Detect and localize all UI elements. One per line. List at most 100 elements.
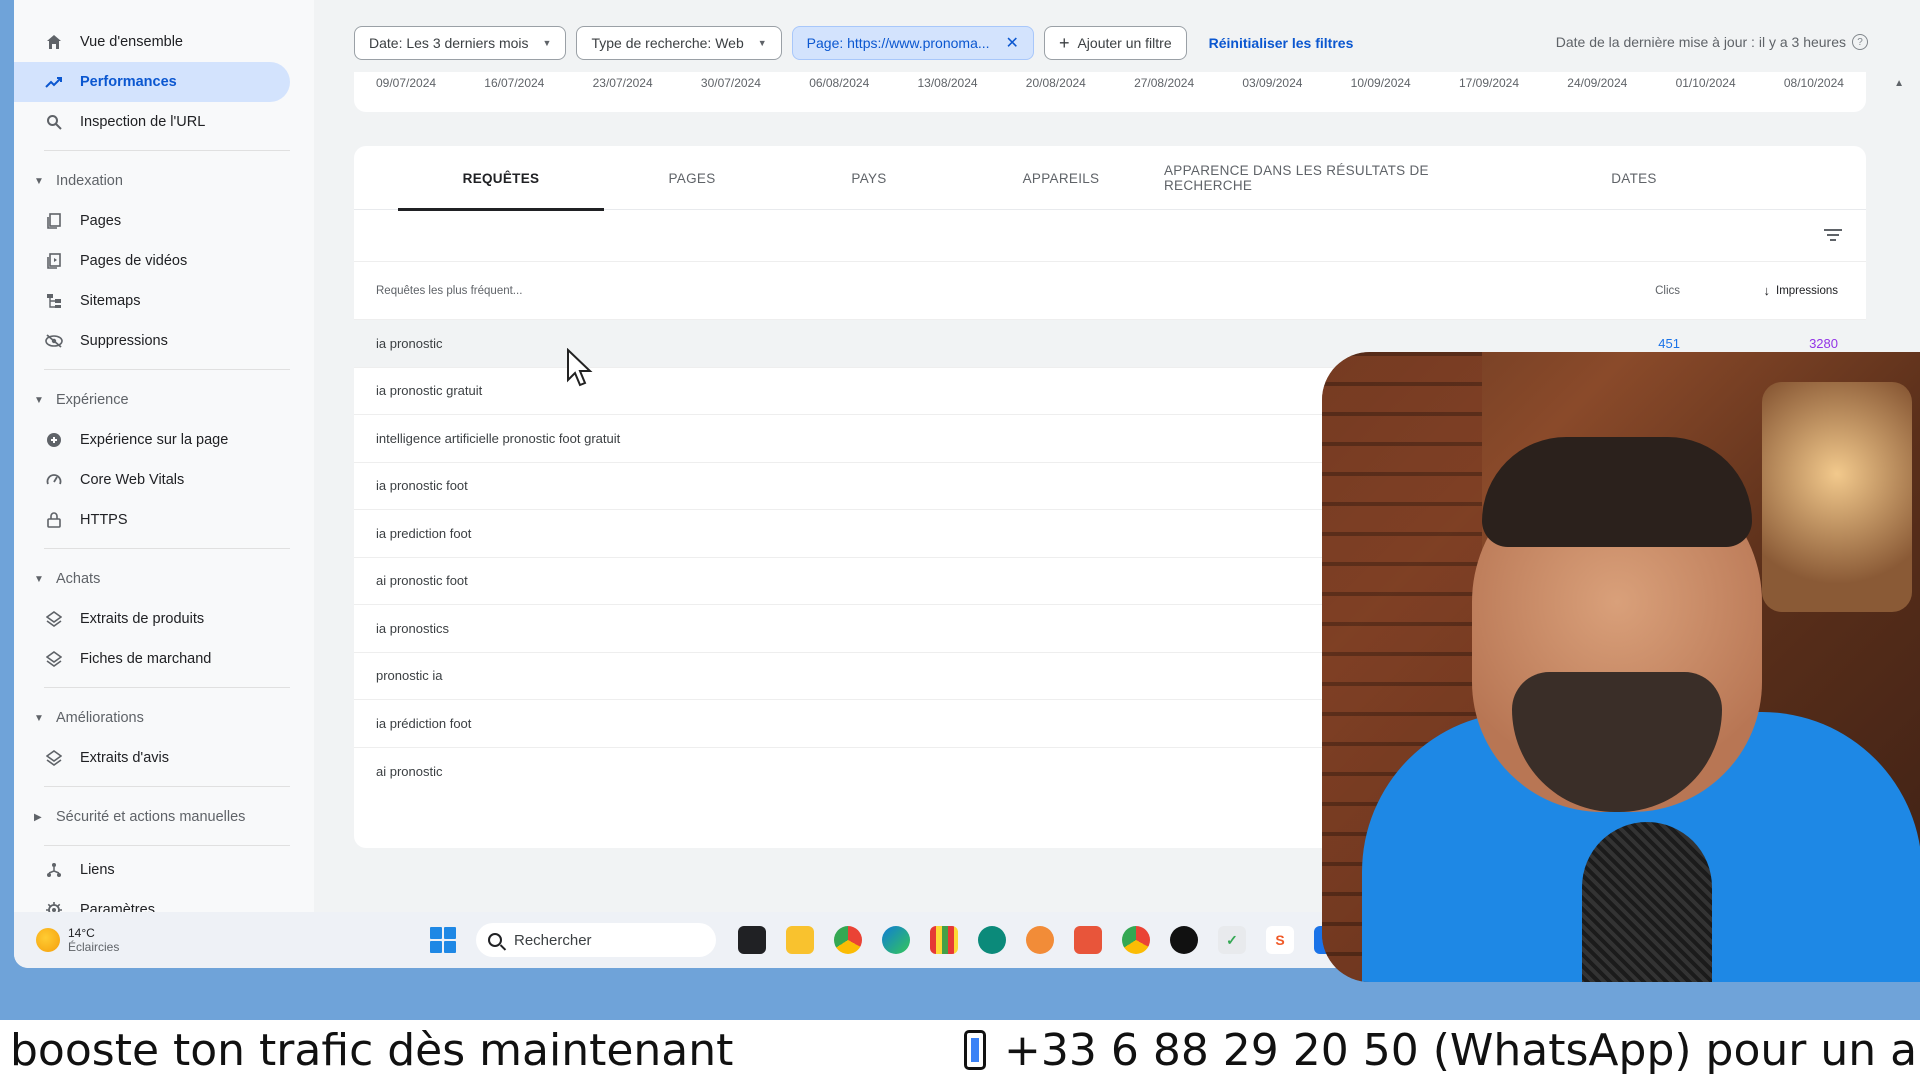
app-teal-icon[interactable] [978,926,1006,954]
close-icon[interactable]: ✕ [1006,33,1019,53]
sun-icon [36,928,60,952]
sidebar-section-shopping[interactable]: ▼ Achats [14,559,314,599]
tab-search-appearance[interactable]: APPARENCE DANS LES RÉSULTATS DE RECHERCH… [1164,146,1516,210]
caret-down-icon: ▼ [34,712,44,724]
app-red-icon[interactable] [1074,926,1102,954]
sidebar-item-url-inspection[interactable]: Inspection de l'URL [14,102,290,142]
reset-filters-link[interactable]: Réinitialiser les filtres [1209,35,1354,51]
table-header: Requêtes les plus fréquent... Clics ↓ Im… [354,262,1866,320]
tabs-bar: REQUÊTES PAGES PAYS APPAREILS APPARENCE … [354,146,1866,211]
app-grid-icon[interactable] [930,926,958,954]
app-orange-icon[interactable] [1026,926,1054,954]
checkmark-app-icon[interactable]: ✓ [1218,926,1246,954]
edge-icon[interactable] [882,926,910,954]
taskbar-search-placeholder: Rechercher [514,931,592,949]
sidebar-item-removals[interactable]: Suppressions [14,321,290,361]
sidebar-item-overview[interactable]: Vue d'ensemble [14,22,290,62]
query-cell: ia pronostic [376,335,443,351]
filter-list-icon[interactable] [1824,226,1842,242]
section-title: Expérience [56,392,129,408]
sidebar-section-enhancements[interactable]: ▼ Améliorations [14,698,314,738]
weather-temperature: 14°C [68,926,95,940]
filter-bar: Date: Les 3 derniers mois ▼ Type de rech… [354,26,1353,60]
chip-label: Page: https://www.pronoma... [806,35,990,51]
search-icon [488,933,502,947]
add-filter-button[interactable]: + Ajouter un filtre [1043,26,1187,60]
chrome-icon[interactable] [834,926,862,954]
app-dark-icon[interactable] [1170,926,1198,954]
tab-pages[interactable]: PAGES [604,146,780,210]
search-type-filter-chip[interactable]: Type de recherche: Web ▼ [576,26,782,60]
help-icon[interactable]: ? [1852,34,1868,50]
sidebar-item-sitemaps[interactable]: Sitemaps [14,281,290,321]
query-cell: ia prédiction foot [376,715,472,731]
promo-ticker: booste ton trafic dès maintenant +33 6 8… [0,1020,1920,1080]
impressions-cell: 3280 [1809,335,1838,351]
dropdown-arrow-icon: ▼ [757,38,767,48]
chip-label: Ajouter un filtre [1077,35,1172,51]
query-cell: intelligence artificielle pronostic foot… [376,430,621,446]
sidebar-item-video-pages[interactable]: Pages de vidéos [14,241,290,281]
column-header-label: Impressions [1776,284,1838,297]
sidebar-item-pages[interactable]: Pages [14,201,290,241]
layers-icon [44,649,64,669]
task-view-icon[interactable] [738,926,766,954]
scroll-up-arrow-icon[interactable]: ▲ [1894,78,1904,89]
file-explorer-icon[interactable] [786,926,814,954]
windows-start-icon[interactable] [430,927,456,953]
microphone [1582,822,1712,982]
sidebar-item-core-web-vitals[interactable]: Core Web Vitals [14,460,290,500]
column-header-clicks[interactable]: Clics [1655,285,1680,297]
date-tick: 10/09/2024 [1350,76,1411,90]
sidebar-item-performance[interactable]: Performances [14,62,290,102]
date-filter-chip[interactable]: Date: Les 3 derniers mois ▼ [354,26,567,60]
chip-label: Type de recherche: Web [591,35,744,51]
tab-queries[interactable]: REQUÊTES [398,146,604,211]
tab-dates[interactable]: DATES [1516,146,1752,210]
layers-icon [44,748,64,768]
presenter-hair [1482,437,1752,547]
home-icon [44,32,64,52]
date-tick: 30/07/2024 [700,76,761,90]
sidebar-section-security[interactable]: ▶ Sécurité et actions manuelles [14,797,314,837]
sidebar-section-experience[interactable]: ▼ Expérience [14,380,314,420]
sidebar-item-merchant-listings[interactable]: Fiches de marchand [14,639,290,679]
page-filter-chip[interactable]: Page: https://www.pronoma... ✕ [791,26,1034,60]
date-tick: 13/08/2024 [917,76,978,90]
date-tick: 16/07/2024 [484,76,545,90]
sidebar-item-label: Core Web Vitals [80,472,185,488]
sidebar-item-links[interactable]: Liens [14,850,290,890]
ticker-contact: +33 6 88 29 20 50 (WhatsApp) pour un au [964,1025,1920,1076]
taskbar-search[interactable]: Rechercher [476,923,716,957]
last-update-text: Date de la dernière mise à jour : il y a… [1555,34,1846,50]
date-tick: 27/08/2024 [1134,76,1195,90]
column-header-query[interactable]: Requêtes les plus fréquent... [376,285,522,297]
section-title: Sécurité et actions manuelles [56,809,246,825]
query-cell: ai pronostic [376,763,443,779]
date-tick: 20/08/2024 [1025,76,1086,90]
tab-countries[interactable]: PAYS [780,146,958,210]
last-update-info: Date de la dernière mise à jour : il y a… [1556,34,1868,50]
date-tick: 23/07/2024 [592,76,653,90]
divider [44,687,290,688]
sidebar-section-indexing[interactable]: ▼ Indexation [14,161,314,201]
sort-down-arrow-icon: ↓ [1763,283,1771,298]
date-tick: 06/08/2024 [809,76,870,90]
sidebar-item-label: Vue d'ensemble [80,34,183,50]
chrome-profile-icon[interactable] [1122,926,1150,954]
query-cell: ia pronostic foot [376,478,468,494]
sidebar-item-review-snippets[interactable]: Extraits d'avis [14,738,290,778]
column-header-impressions[interactable]: ↓ Impressions [1764,283,1839,298]
sidebar-item-page-experience[interactable]: Expérience sur la page [14,420,290,460]
sidebar-item-https[interactable]: HTTPS [14,500,290,540]
weather-widget[interactable]: 14°C Éclaircies [36,926,119,954]
app-s-icon[interactable]: S [1266,926,1294,954]
sidebar-item-product-snippets[interactable]: Extraits de produits [14,599,290,639]
sidebar-item-label: Pages de vidéos [80,253,188,269]
weather-condition: Éclaircies [68,940,120,954]
sidebar-item-label: Pages [80,213,122,229]
tab-devices[interactable]: APPAREILS [958,146,1164,210]
table-filter-row [354,210,1866,262]
page-experience-icon [44,430,64,450]
webcam-overlay [1322,352,1920,982]
